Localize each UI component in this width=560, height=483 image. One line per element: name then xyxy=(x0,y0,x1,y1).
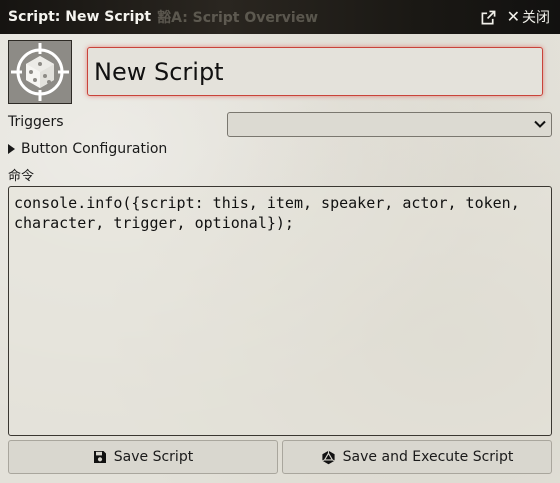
close-icon: ✕ xyxy=(506,7,520,26)
save-script-label: Save Script xyxy=(113,449,194,465)
close-button[interactable]: ✕ 关闭 xyxy=(507,7,550,27)
command-label: 命令 xyxy=(8,169,35,184)
floppy-disk-icon xyxy=(93,451,106,463)
script-name-input[interactable]: New Script xyxy=(87,47,543,96)
close-label: 关闭 xyxy=(522,10,550,26)
command-textarea[interactable]: console.info({script: this, item, speake… xyxy=(8,186,552,436)
dice-icon xyxy=(321,450,335,464)
chevron-down-icon xyxy=(534,120,546,128)
button-configuration-toggle[interactable]: Button Configuration xyxy=(8,141,167,157)
save-and-execute-label: Save and Execute Script xyxy=(342,449,514,465)
triggers-select[interactable] xyxy=(227,112,552,137)
save-and-execute-button[interactable]: Save and Execute Script xyxy=(282,440,552,474)
script-portrait[interactable] xyxy=(8,40,72,104)
background-window-title: 豁A: Script Overview xyxy=(157,10,319,26)
window-titlebar[interactable]: Script: New Script 豁A: Script Overview ✕… xyxy=(0,0,560,34)
window-title: Script: New Script xyxy=(8,9,152,25)
footer-buttons: Save Script Save and Execute Script xyxy=(8,440,552,474)
button-configuration-label: Button Configuration xyxy=(21,141,168,157)
caret-right-icon xyxy=(8,144,15,154)
triggers-label: Triggers xyxy=(8,114,64,130)
script-config-window: Script: New Script 豁A: Script Overview ✕… xyxy=(0,0,560,483)
d20-dice-icon xyxy=(10,42,70,102)
titlebar-controls: ✕ 关闭 xyxy=(481,0,550,34)
save-script-button[interactable]: Save Script xyxy=(8,440,278,474)
external-link-icon[interactable] xyxy=(481,9,497,25)
